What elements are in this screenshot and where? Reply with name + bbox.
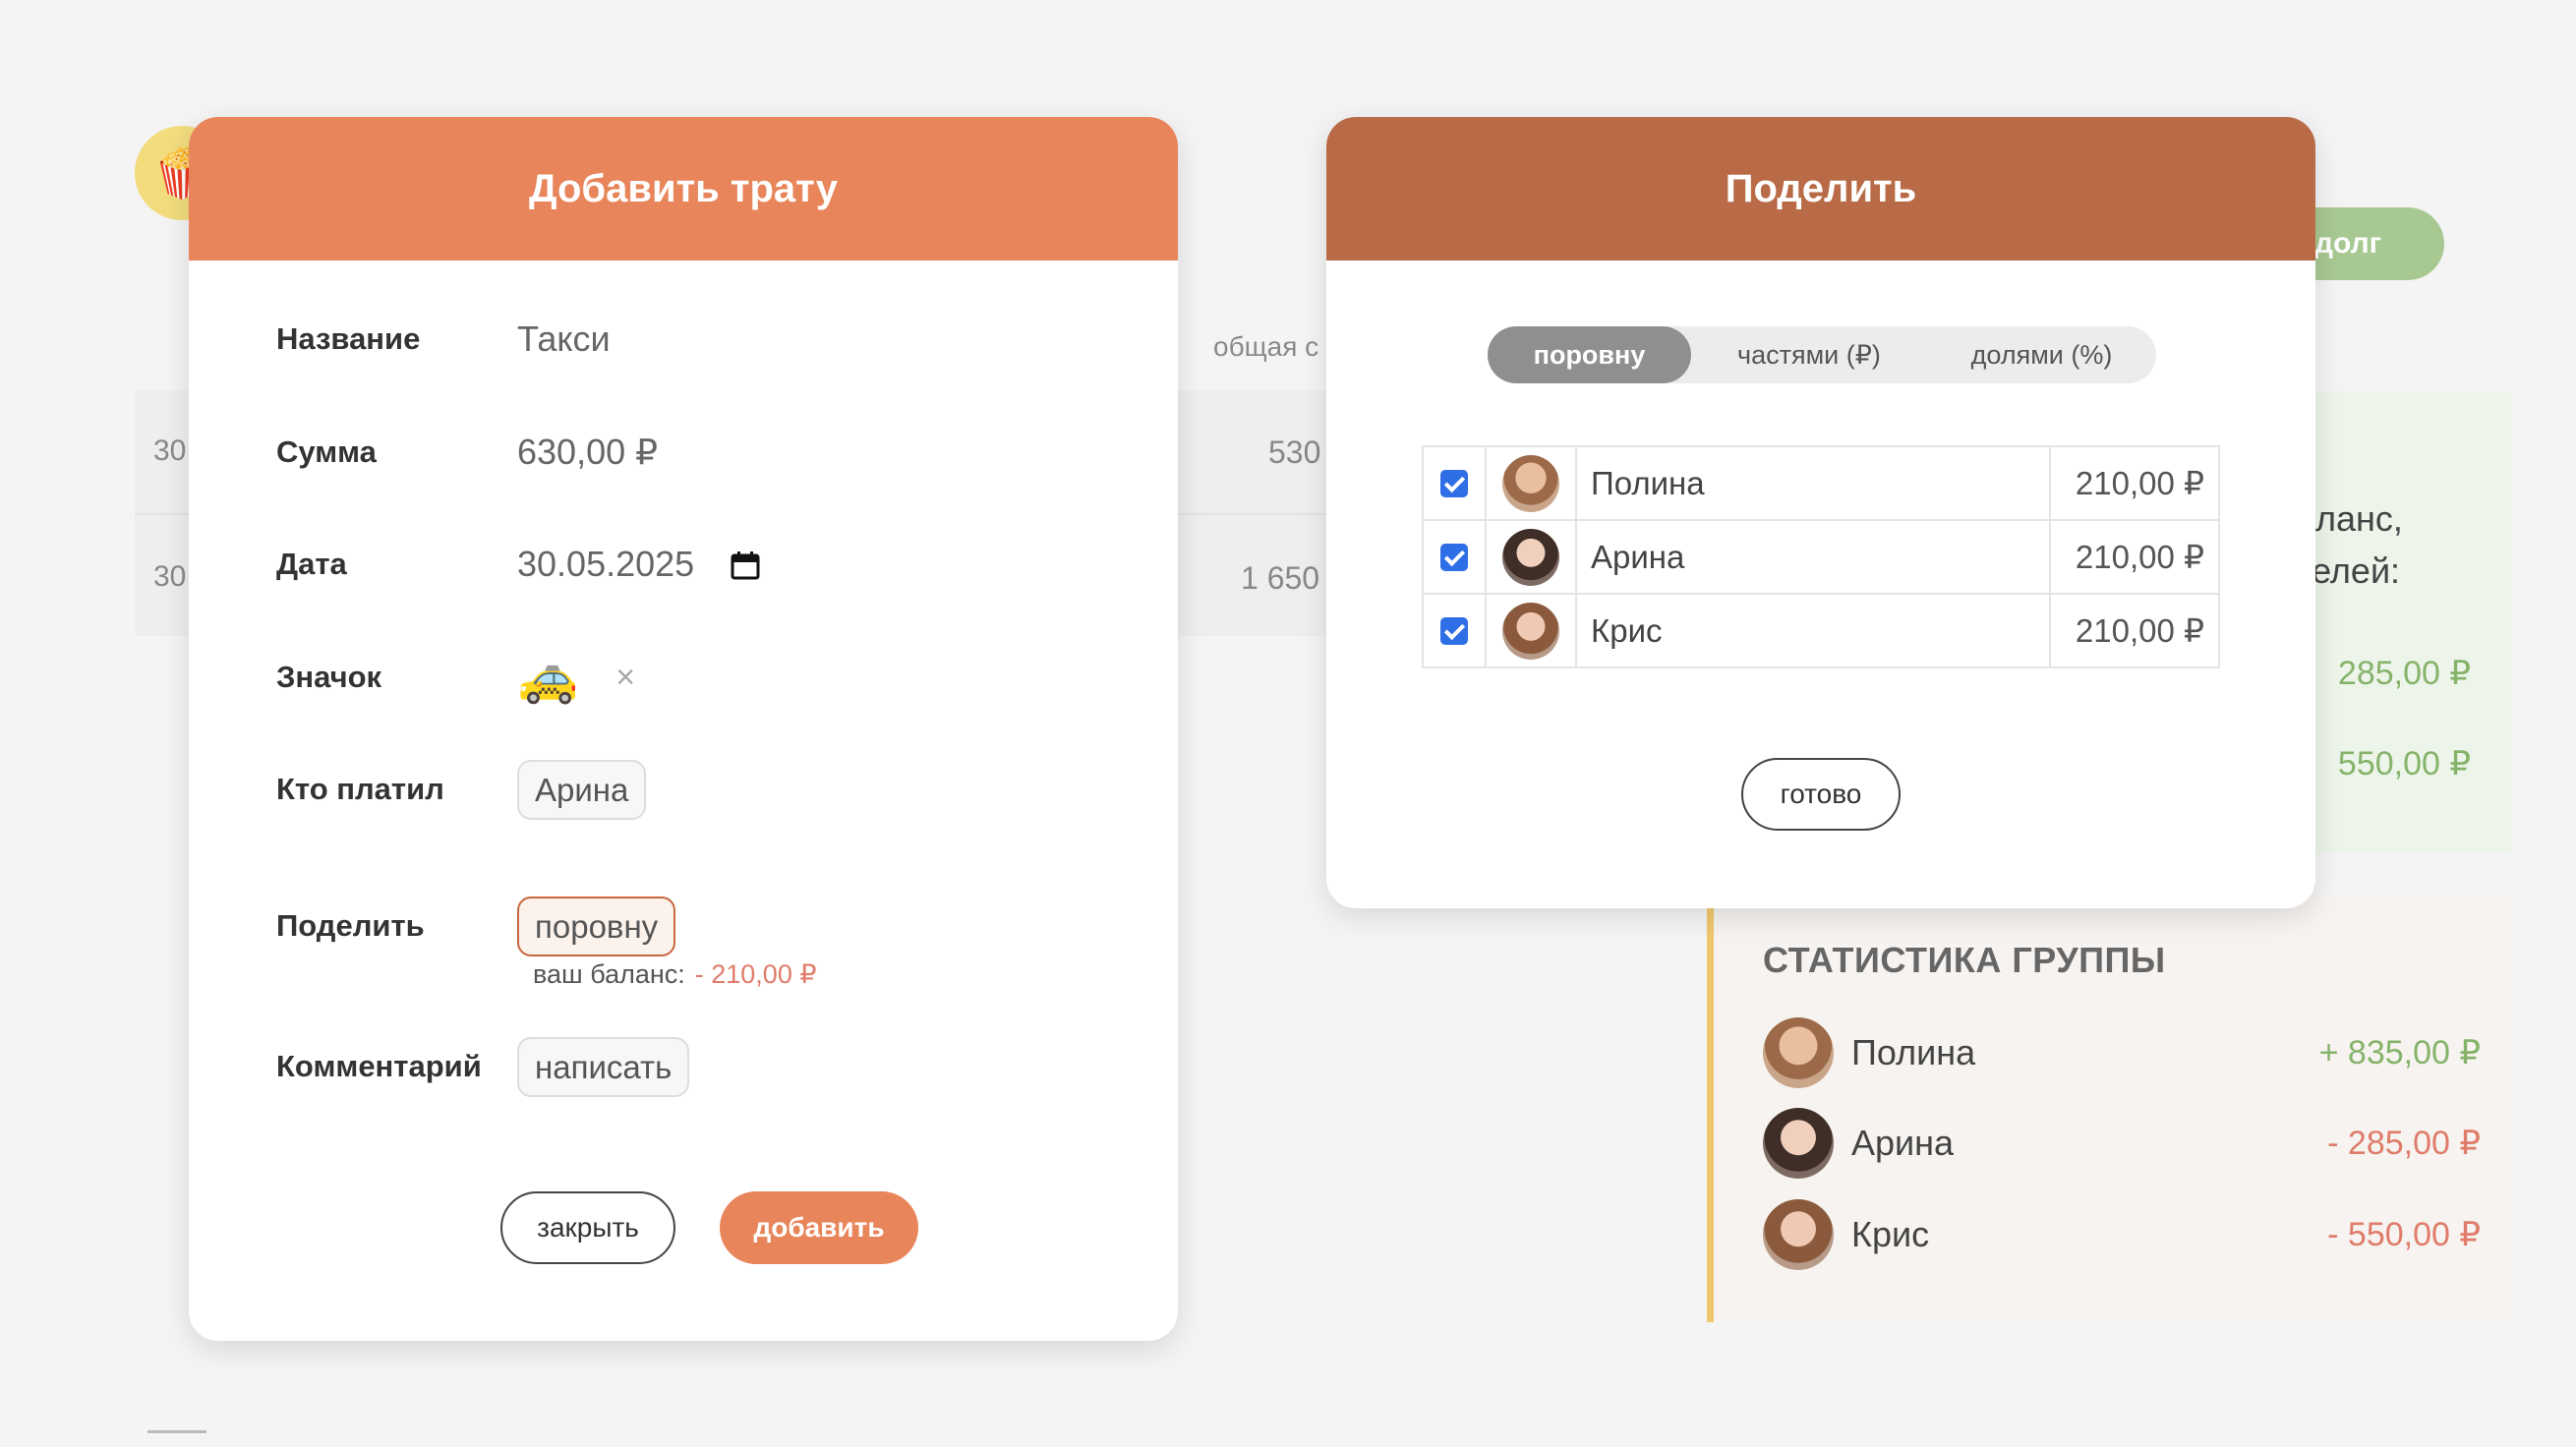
modal-title: Поделить: [1326, 117, 2315, 260]
member-name: Полина: [1851, 1032, 1976, 1072]
participant-name: Арина: [1575, 519, 2051, 595]
avatar: [1502, 454, 1559, 512]
group-stats-panel: СТАТИСТИКА ГРУППЫ Полина + 835,00 ₽ Арин…: [1707, 897, 2511, 1322]
participants-table: Полина 210,00 ₽ Арина 210,00 ₽ Крис 210,…: [1422, 445, 2220, 668]
name-row: Название Такси: [276, 305, 611, 374]
payer-label: Кто платил: [276, 772, 444, 806]
name-field[interactable]: Такси: [517, 318, 611, 360]
amount-field[interactable]: 630,00 ₽: [517, 432, 658, 473]
add-expense-modal: Добавить трату Название Такси Сумма 630,…: [189, 117, 1178, 1341]
balance-amount: 550,00 ₽: [2337, 745, 2471, 782]
balance-value: - 210,00 ₽: [694, 959, 817, 989]
comment-row: Комментарий написать: [276, 1032, 690, 1101]
participant-amount: 210,00 ₽: [2049, 519, 2220, 595]
stats-row: Крис - 550,00 ₽: [1763, 1199, 2481, 1270]
balance-amount: 285,00 ₽: [2337, 655, 2471, 692]
member-amount: - 285,00 ₽: [2327, 1125, 2481, 1162]
done-button[interactable]: готово: [1741, 758, 1901, 831]
split-row: Поделить поровну: [276, 892, 676, 960]
avatar: [1502, 528, 1559, 586]
split-modal: Поделить поровну частями (₽) долями (%) …: [1326, 117, 2315, 908]
list-item-total: 1 650: [1241, 560, 1320, 596]
icon-row: Значок 🚕 ×: [276, 643, 635, 712]
table-row: Арина 210,00 ₽: [1422, 519, 2220, 595]
date-label: Дата: [276, 547, 347, 581]
icon-label: Значок: [276, 660, 382, 694]
tab-equal[interactable]: поровну: [1488, 326, 1691, 383]
avatar: [1502, 602, 1559, 660]
balance-label: ваш баланс:: [533, 959, 685, 989]
avatar: [1763, 1108, 1834, 1179]
close-button[interactable]: закрыть: [500, 1191, 675, 1264]
tab-by-percent[interactable]: долями (%): [1927, 326, 2156, 383]
member-name: Арина: [1851, 1123, 1955, 1163]
table-row: Полина 210,00 ₽: [1422, 445, 2220, 521]
column-title: общая с: [1213, 331, 1319, 362]
participant-checkbox[interactable]: [1440, 543, 1468, 571]
date-value: 30.05.2025: [517, 544, 695, 584]
name-label: Название: [276, 321, 421, 356]
stats-row: Полина + 835,00 ₽: [1763, 1017, 2481, 1088]
participant-checkbox[interactable]: [1440, 616, 1468, 645]
avatar: [1763, 1199, 1834, 1270]
member-name: Крис: [1851, 1214, 1930, 1254]
participant-name: Крис: [1575, 593, 2051, 668]
amount-label: Сумма: [276, 434, 377, 469]
list-item-date: 30: [153, 434, 187, 467]
amount-row: Сумма 630,00 ₽: [276, 418, 658, 487]
payer-row: Кто платил Арина: [276, 755, 647, 824]
participant-name: Полина: [1575, 445, 2051, 521]
split-mode-button[interactable]: поровну: [517, 896, 676, 956]
member-amount: + 835,00 ₽: [2318, 1034, 2481, 1071]
participant-amount: 210,00 ₽: [2049, 593, 2220, 668]
avatar: [1763, 1017, 1834, 1088]
divider: [147, 1430, 206, 1440]
date-field[interactable]: 30.05.2025: [517, 544, 761, 585]
split-mode-switch: поровну частями (₽) долями (%): [1488, 326, 2156, 383]
close-icon[interactable]: ×: [615, 659, 635, 697]
balance-info: ваш баланс: - 210,00 ₽: [533, 959, 817, 990]
calendar-icon[interactable]: [730, 549, 761, 580]
member-amount: - 550,00 ₽: [2327, 1216, 2481, 1253]
list-item-date: 30: [153, 560, 187, 593]
comment-button[interactable]: написать: [517, 1036, 690, 1097]
participant-amount: 210,00 ₽: [2049, 445, 2220, 521]
tab-by-amount[interactable]: частями (₽): [1691, 326, 1927, 383]
table-row: Крис 210,00 ₽: [1422, 593, 2220, 668]
payer-select[interactable]: Арина: [517, 759, 647, 820]
comment-label: Комментарий: [276, 1049, 482, 1083]
modal-title: Добавить трату: [189, 117, 1178, 260]
add-button[interactable]: добавить: [720, 1191, 918, 1264]
list-item-total: 530: [1268, 434, 1321, 470]
taxi-icon[interactable]: 🚕: [517, 649, 578, 707]
participant-checkbox[interactable]: [1440, 469, 1468, 497]
stats-title: СТАТИСТИКА ГРУППЫ: [1763, 940, 2166, 980]
split-label: Поделить: [276, 908, 425, 943]
stats-row: Арина - 285,00 ₽: [1763, 1108, 2481, 1179]
date-row: Дата 30.05.2025: [276, 530, 761, 599]
